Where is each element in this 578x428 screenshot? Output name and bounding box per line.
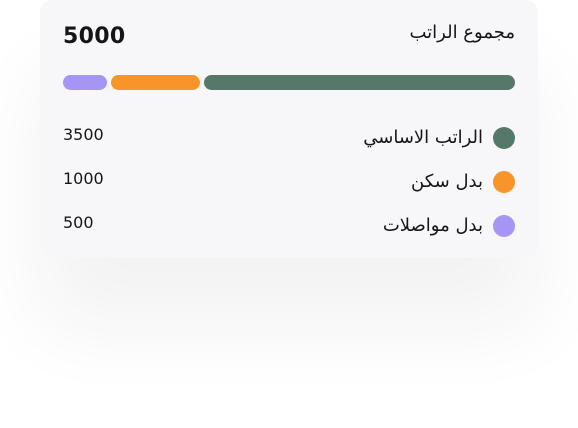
breakdown-value: 500: [63, 213, 94, 232]
breakdown-value: 1000: [63, 169, 104, 188]
breakdown-row-basic: 3500 الراتب الاساسي: [63, 125, 515, 153]
salary-widget: 5000 مجموع الراتب 3500 الراتب الاساسي 10…: [0, 0, 578, 428]
breakdown-value: 3500: [63, 125, 104, 144]
salary-progress-bar: [63, 75, 515, 90]
breakdown-label: بدل سكن: [411, 171, 483, 192]
bar-segment-basic: [204, 75, 515, 90]
breakdown-row-transport: 500 بدل مواصلات: [63, 213, 515, 241]
total-salary-title: مجموع الراتب: [409, 22, 515, 43]
legend-dot-icon: [493, 171, 515, 193]
bar-segment-housing: [111, 75, 201, 90]
breakdown-label: بدل مواصلات: [382, 215, 483, 236]
legend-dot-icon: [493, 215, 515, 237]
bar-segment-transport: [63, 75, 108, 90]
salary-card: 5000 مجموع الراتب 3500 الراتب الاساسي 10…: [40, 0, 538, 258]
total-salary-value: 5000: [63, 24, 126, 49]
legend-dot-icon: [493, 127, 515, 149]
breakdown-label: الراتب الاساسي: [363, 127, 483, 148]
breakdown-row-housing: 1000 بدل سكن: [63, 169, 515, 197]
